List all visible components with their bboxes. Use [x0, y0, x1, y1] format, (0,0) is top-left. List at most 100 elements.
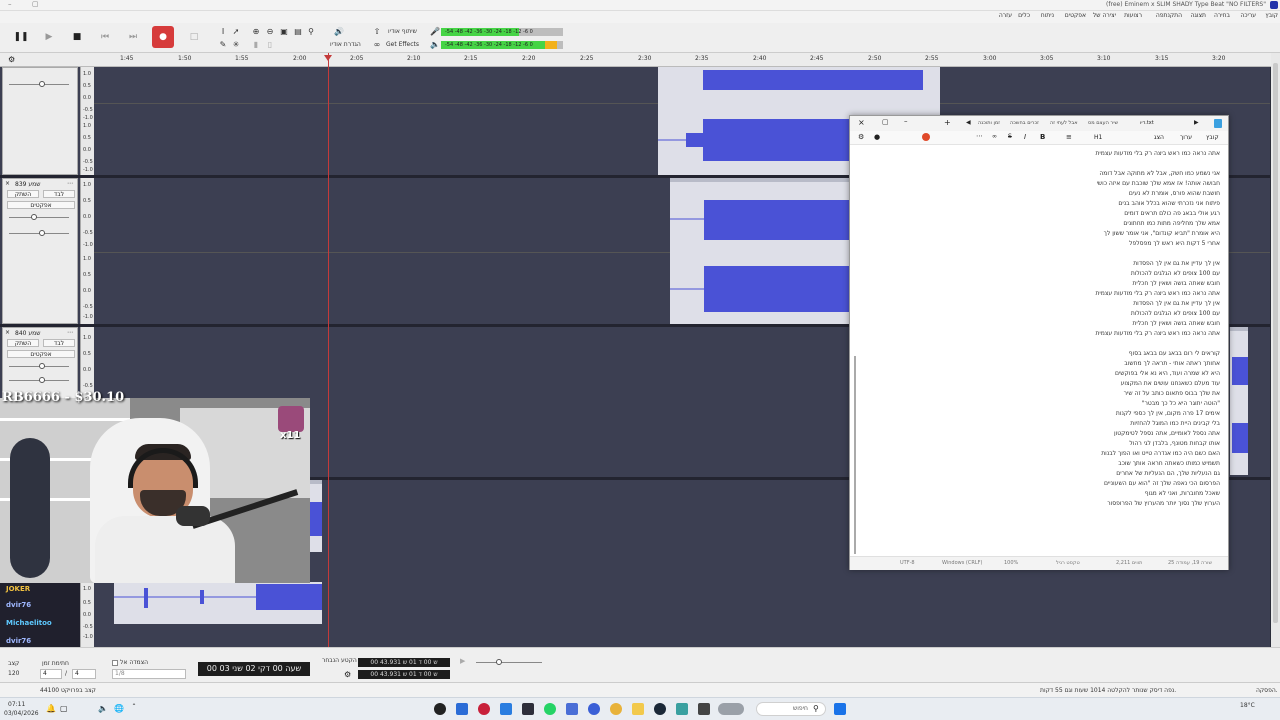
notepad-scrollbar[interactable] — [854, 356, 856, 554]
mute-button[interactable]: השתק — [7, 190, 39, 198]
notepad-tab-active[interactable]: דיו.txt — [1140, 120, 1154, 126]
store-icon[interactable] — [676, 703, 688, 715]
pan-slider[interactable] — [9, 377, 69, 383]
account-icon[interactable]: ● — [874, 133, 880, 141]
get-effects-button[interactable]: Get Effects — [386, 41, 419, 48]
obs-icon[interactable] — [434, 703, 446, 715]
time-signature-denominator[interactable]: 4 — [72, 669, 96, 679]
menu-view[interactable]: תצוגה — [1190, 12, 1206, 19]
copilot-icon[interactable] — [922, 133, 930, 141]
menu-edit[interactable]: ערוך — [1180, 134, 1192, 141]
track-name[interactable]: שמע 840 — [15, 330, 40, 337]
menu-file[interactable]: קובץ — [1206, 134, 1219, 141]
close-track-icon[interactable]: × — [5, 329, 10, 336]
menu-effects[interactable]: אפקטים — [1065, 12, 1086, 19]
italic-icon[interactable]: I — [1024, 133, 1026, 141]
selection-start[interactable]: 00 ש 00 ד 01 ש 43.931 — [358, 658, 450, 667]
notepad-tab[interactable]: זמן ותוכנה — [978, 120, 1000, 126]
notepad-tab[interactable]: שיר העצם מס — [1088, 120, 1118, 126]
zoom-toggle-icon[interactable]: ⚲ — [306, 27, 316, 37]
share-icon[interactable]: ⇧ — [372, 27, 382, 37]
scroll-tabs-right-icon[interactable]: ▶ — [1194, 119, 1199, 126]
skip-start-button[interactable]: ⏮ — [97, 29, 113, 45]
audio-clip[interactable] — [114, 582, 322, 624]
discord-icon[interactable] — [566, 703, 578, 715]
effects-button[interactable]: אפקטים — [7, 350, 75, 358]
playhead[interactable] — [324, 53, 332, 647]
notepad-tab[interactable]: אבל לעתי זה — [1050, 120, 1078, 126]
menu-tools[interactable]: כלים — [1018, 12, 1030, 19]
desktop-icon[interactable]: ▢ — [60, 704, 68, 713]
terminal-icon[interactable] — [522, 703, 534, 715]
solo-button[interactable]: לבד — [43, 339, 75, 347]
gain-slider[interactable] — [9, 214, 69, 220]
network-icon[interactable]: 🌐 — [114, 704, 124, 713]
selection-settings-icon[interactable]: ⚙ — [344, 670, 351, 679]
strikethrough-icon[interactable]: S — [1008, 133, 1012, 140]
pause-button[interactable]: ❚❚ — [13, 29, 29, 45]
envelope-tool-icon[interactable]: ➚ — [231, 27, 241, 37]
stop-button[interactable]: ■ — [69, 29, 85, 45]
more-icon[interactable]: ⋯ — [976, 132, 983, 140]
menu-analyze[interactable]: ניתוח — [1041, 12, 1054, 19]
widgets-icon[interactable] — [718, 703, 744, 715]
menu-edit[interactable]: עריכה — [1240, 12, 1256, 19]
play-at-speed-icon[interactable]: ▶ — [460, 657, 465, 665]
menu-select[interactable]: בחירה — [1214, 12, 1230, 19]
time-display[interactable]: 00 שעה 00 דקי 02 שני 03 — [198, 662, 310, 676]
restore-icon[interactable]: ▢ — [32, 0, 39, 8]
heading-select[interactable]: H1 — [1094, 134, 1102, 141]
track-name[interactable]: שמע 839 — [15, 181, 40, 188]
mute-button[interactable]: השתק — [7, 339, 39, 347]
app-icon-red[interactable] — [478, 703, 490, 715]
skip-end-button[interactable]: ⏭ — [125, 29, 141, 45]
solo-button[interactable]: לבד — [43, 190, 75, 198]
vertical-scroll-thumb[interactable] — [1273, 63, 1278, 623]
snap-select[interactable]: 1/8 — [112, 669, 186, 679]
minimize-icon[interactable]: – — [8, 0, 12, 8]
notification-icon[interactable]: 🔔 — [46, 704, 56, 713]
timeline-ruler[interactable]: ⚙ 1:45 1:50 1:55 2:00 2:05 2:10 2:15 2:2… — [0, 53, 1280, 67]
list-icon[interactable]: ≡ — [1066, 133, 1072, 141]
menu-tracks[interactable]: רצועות — [1124, 12, 1142, 19]
close-icon[interactable]: × — [858, 118, 865, 127]
tray-chevron-icon[interactable]: ˆ — [132, 703, 136, 712]
zoom-out-icon[interactable]: ⊖ — [265, 27, 275, 37]
clock-time[interactable]: 07:11 — [8, 701, 25, 708]
whatsapp-icon[interactable] — [544, 703, 556, 715]
task-view-icon[interactable] — [698, 703, 710, 715]
link-icon[interactable]: ∞ — [992, 133, 997, 140]
bold-icon[interactable]: B — [1040, 133, 1045, 141]
zoom-fit-icon[interactable]: ▤ — [293, 27, 303, 37]
pan-slider[interactable] — [9, 230, 69, 236]
time-signature-numerator[interactable]: 4 — [40, 669, 62, 679]
record-meter[interactable]: -54 -48 -42 -36 -30 -24 -18 -12 -6 0 — [441, 28, 563, 36]
multi-tool-icon[interactable]: ✳ — [231, 40, 241, 50]
speaker-icon[interactable]: 🔊 — [334, 27, 344, 37]
chrome-icon[interactable] — [610, 703, 622, 715]
timeline-settings-icon[interactable]: ⚙ — [8, 55, 15, 64]
menu-help[interactable]: עזרה — [999, 12, 1012, 19]
file-explorer-icon[interactable] — [632, 703, 644, 715]
gain-slider[interactable] — [9, 81, 69, 87]
start-icon[interactable] — [834, 703, 846, 715]
settings-icon[interactable]: ⚙ — [858, 133, 864, 141]
track-menu-icon[interactable]: ⋯ — [67, 180, 73, 187]
menu-view[interactable]: הצג — [1154, 134, 1164, 141]
vertical-scrollbar[interactable] — [1271, 53, 1280, 647]
play-button[interactable]: ▶ — [41, 29, 57, 45]
silence-icon[interactable]: ▯ — [265, 40, 275, 50]
steam-icon[interactable] — [654, 703, 666, 715]
volume-icon[interactable]: 🔈 — [98, 704, 108, 713]
gain-slider[interactable] — [9, 363, 69, 369]
loop-button[interactable]: □ — [186, 29, 202, 45]
audio-clip[interactable] — [1230, 327, 1248, 475]
audio-clip[interactable] — [670, 178, 850, 324]
record-button[interactable]: ● — [152, 26, 174, 48]
vscode-icon[interactable] — [500, 703, 512, 715]
playback-meter[interactable]: -54 -48 -42 -36 -30 -24 -18 -12 -6 0 — [441, 41, 563, 49]
notepad-taskbar-icon[interactable] — [456, 703, 468, 715]
tempo-value[interactable]: 120 — [8, 670, 19, 677]
snap-checkbox[interactable] — [112, 660, 118, 666]
menu-file[interactable]: קובץ — [1265, 12, 1278, 19]
